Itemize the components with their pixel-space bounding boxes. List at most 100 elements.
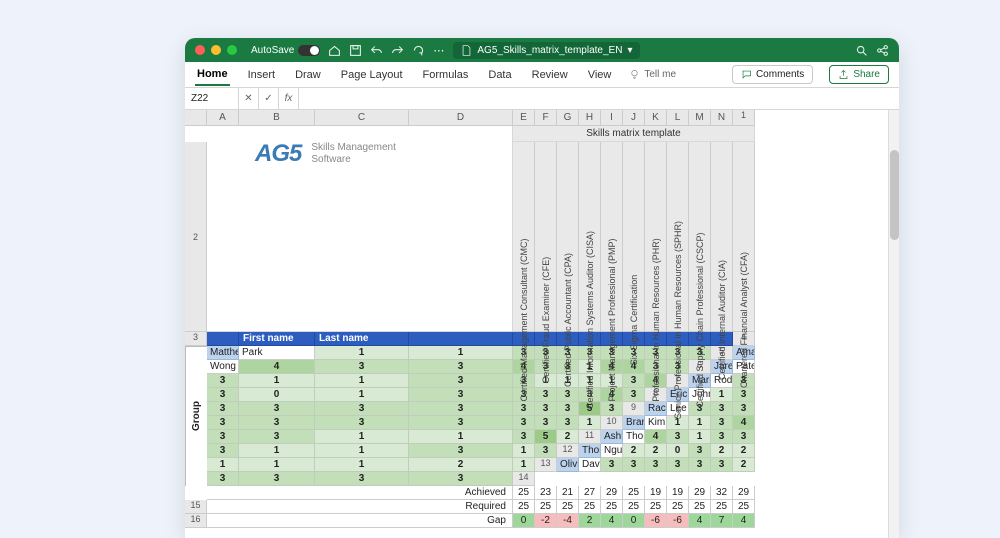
score-cell[interactable]: 3 [557,388,579,402]
score-cell[interactable]: 1 [207,458,239,472]
summary-cell[interactable]: 21 [557,486,579,500]
refresh-icon[interactable] [412,44,425,57]
score-cell[interactable]: 3 [409,360,513,374]
last-name-cell[interactable]: Kim [645,416,667,430]
first-name-cell[interactable]: Brandon [623,416,645,430]
score-cell[interactable]: 3 [513,402,535,416]
summary-cell[interactable]: 25 [535,500,557,514]
score-cell[interactable]: 2 [733,458,755,472]
score-cell[interactable]: 3 [535,402,557,416]
summary-cell[interactable]: 25 [733,500,755,514]
score-cell[interactable]: 3 [733,388,755,402]
row-header[interactable]: 9 [623,402,645,416]
summary-cell[interactable]: 25 [557,500,579,514]
col-header[interactable] [185,110,207,126]
summary-cell[interactable]: 4 [601,514,623,528]
score-cell[interactable]: 1 [315,374,409,388]
summary-cell[interactable]: 25 [601,500,623,514]
summary-cell[interactable]: 25 [667,500,689,514]
score-cell[interactable]: 3 [239,472,315,486]
score-cell[interactable]: 0 [667,444,689,458]
score-cell[interactable]: 3 [207,472,239,486]
score-cell[interactable]: 3 [623,458,645,472]
score-cell[interactable]: 3 [409,444,513,458]
col-header[interactable]: D [409,110,513,126]
row-header[interactable]: 2 [185,142,207,332]
file-tab[interactable]: AG5_Skills_matrix_template_EN ▾ [453,42,640,59]
tab-draw[interactable]: Draw [293,65,323,85]
score-cell[interactable]: 1 [409,430,513,444]
summary-cell[interactable]: 29 [689,486,711,500]
summary-cell[interactable]: 25 [711,500,733,514]
score-cell[interactable]: 2 [711,444,733,458]
summary-cell[interactable]: -6 [667,514,689,528]
last-name-cell[interactable]: Thompson [623,430,645,444]
score-cell[interactable]: 1 [579,416,601,430]
score-cell[interactable]: 3 [513,430,535,444]
row-header[interactable]: 10 [601,416,623,430]
scrollbar-thumb[interactable] [890,150,899,240]
row-header[interactable]: 15 [185,500,207,514]
score-cell[interactable]: 4 [733,416,755,430]
summary-cell[interactable]: 25 [513,486,535,500]
toggle-icon[interactable] [298,45,320,56]
score-cell[interactable]: 2 [645,444,667,458]
score-cell[interactable]: 3 [733,402,755,416]
summary-cell[interactable]: 27 [579,486,601,500]
score-cell[interactable]: 3 [667,458,689,472]
score-cell[interactable]: 1 [315,444,409,458]
score-cell[interactable]: 1 [239,374,315,388]
row-header[interactable]: 11 [579,430,601,444]
last-name-cell[interactable]: Park [239,346,315,360]
score-cell[interactable]: 3 [315,472,409,486]
col-header[interactable]: E [513,110,535,126]
score-cell[interactable]: 2 [733,444,755,458]
score-cell[interactable]: 3 [535,388,557,402]
score-cell[interactable]: 2 [623,444,645,458]
score-cell[interactable]: 1 [409,346,513,360]
score-cell[interactable]: 3 [557,402,579,416]
first-name-cell[interactable]: Thomas [579,444,601,458]
row-header[interactable]: 3 [185,332,207,346]
summary-cell[interactable]: -2 [535,514,557,528]
score-cell[interactable]: 3 [207,374,239,388]
row-header[interactable]: 13 [535,458,557,472]
score-cell[interactable]: 3 [601,458,623,472]
first-name-cell[interactable]: Olivia [557,458,579,472]
col-header[interactable]: N [711,110,733,126]
score-cell[interactable]: 3 [409,402,513,416]
save-icon[interactable] [349,44,362,57]
score-cell[interactable]: 3 [623,374,645,388]
summary-cell[interactable]: 4 [733,514,755,528]
score-cell[interactable]: 3 [207,416,239,430]
score-cell[interactable]: 3 [315,416,409,430]
score-cell[interactable]: 3 [207,444,239,458]
tab-page-layout[interactable]: Page Layout [339,65,405,85]
summary-cell[interactable]: 32 [711,486,733,500]
summary-cell[interactable]: 25 [623,500,645,514]
summary-cell[interactable]: 19 [667,486,689,500]
last-name-cell[interactable]: Davis [579,458,601,472]
score-cell[interactable]: 1 [315,458,409,472]
score-cell[interactable]: 3 [711,416,733,430]
score-cell[interactable]: 1 [689,430,711,444]
score-cell[interactable]: 5 [535,430,557,444]
score-cell[interactable]: 3 [315,360,409,374]
summary-cell[interactable]: 25 [623,486,645,500]
first-name-cell[interactable]: Matthew [207,346,239,360]
tab-data[interactable]: Data [486,65,513,85]
score-cell[interactable]: 3 [513,416,535,430]
score-cell[interactable]: 3 [535,444,557,458]
undo-icon[interactable] [370,44,383,57]
score-cell[interactable]: 1 [513,458,535,472]
score-cell[interactable]: 3 [535,416,557,430]
score-cell[interactable]: 1 [315,388,409,402]
summary-cell[interactable]: 2 [579,514,601,528]
score-cell[interactable]: 3 [557,416,579,430]
summary-cell[interactable]: 7 [711,514,733,528]
score-cell[interactable]: 3 [239,416,315,430]
row-header[interactable]: 16 [185,514,207,528]
score-cell[interactable]: 3 [207,388,239,402]
first-name-cell[interactable]: Ashley [601,430,623,444]
more-icon[interactable]: ⋯ [433,44,445,57]
